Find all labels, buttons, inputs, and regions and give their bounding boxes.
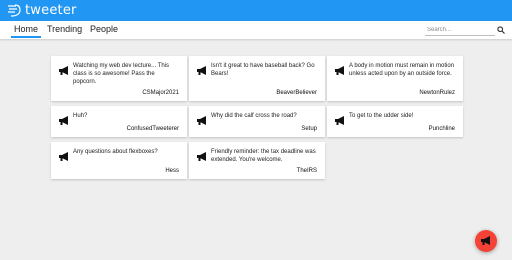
megaphone-icon [59,113,70,125]
megaphone-icon [197,149,208,161]
tweet-author: Hess [165,168,179,174]
tweet-card: Friendly reminder: the tax deadline was … [189,142,325,179]
tab-people[interactable]: People [90,24,118,34]
active-tab-indicator [11,36,41,38]
tweet-author: ConfusedTweeterer [126,126,179,132]
megaphone-icon [335,113,346,125]
tweet-text: Any questions about flexboxes? [73,149,158,155]
tweet-author: Punchline [428,126,455,132]
tweet-text: Huh? [73,113,88,119]
tweet-card: A body in motion must remain in motion u… [327,56,463,101]
megaphone-icon [59,63,70,75]
tab-home[interactable]: Home [14,24,38,34]
tweet-card: Huh? ConfusedTweeterer [51,106,187,137]
app-title: tweeter [25,3,77,18]
megaphone-icon [335,63,346,75]
app-bar: tweeter [0,0,512,21]
tweet-text: Friendly reminder: the tax deadline was … [211,149,316,163]
tweet-text: A body in motion must remain in motion u… [349,63,455,77]
tweet-text: Isn't it great to have baseball back? Go… [211,63,315,77]
tweet-text: Why did the calf cross the road? [211,113,297,119]
tweet-card: To get to the udder side! Punchline [327,106,463,137]
search-input[interactable] [425,25,495,36]
tweet-card: Watching my web dev lecture... This clas… [51,56,187,101]
tab-trending[interactable]: Trending [47,24,82,34]
megaphone-icon [59,149,70,161]
tweet-card: Why did the calf cross the road? Setup [189,106,325,137]
tweet-author: TheIRS [296,168,317,174]
search-icon[interactable] [496,24,506,35]
tweet-text: To get to the udder side! [349,113,414,119]
tweet-text: Watching my web dev lecture... This clas… [73,63,170,85]
tweet-card: Isn't it great to have baseball back? Go… [189,56,325,101]
tweet-author: NewtonRulez [419,90,455,96]
new-tweet-button[interactable] [475,230,497,252]
tweet-card: Any questions about flexboxes? Hess [51,142,187,179]
megaphone-icon [197,113,208,125]
megaphone-icon [480,236,492,246]
tweet-author: Setup [301,126,317,132]
megaphone-icon [197,63,208,75]
tweet-author: CSMajor2021 [142,90,179,96]
tweet-author: BeaverBeliever [276,90,317,96]
bird-logo-icon [7,4,21,18]
